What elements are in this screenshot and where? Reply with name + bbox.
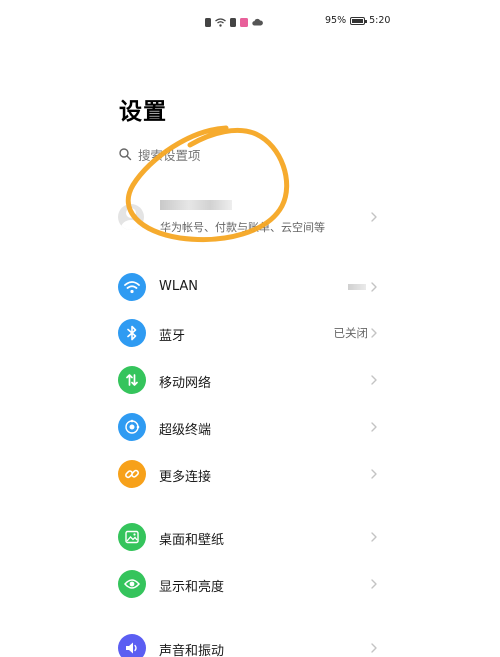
setting-mobile-network[interactable]: 移动网络 [118, 365, 388, 395]
bluetooth-icon [118, 319, 146, 347]
setting-label: WLAN [159, 279, 199, 294]
account-row[interactable]: 华为帐号、付款与账单、云空间等 [118, 196, 388, 238]
chevron-right-icon [371, 282, 377, 292]
page-title: 设置 [119, 99, 167, 125]
battery-icon [350, 16, 368, 25]
setting-label: 显示和亮度 [159, 580, 225, 595]
link-icon [118, 460, 146, 488]
sound-icon [118, 634, 146, 657]
status-bar: 95% 5:20 [0, 0, 500, 42]
sim-icon [230, 17, 236, 27]
chevron-right-icon [371, 328, 377, 338]
setting-label: 更多连接 [159, 470, 212, 485]
chevron-right-icon [371, 579, 377, 589]
avatar-head [126, 208, 136, 218]
status-notification-icons [205, 16, 263, 28]
battery-fill [352, 18, 363, 23]
chevron-right-icon [371, 643, 377, 653]
chevron-right-icon [371, 532, 377, 542]
setting-sound[interactable]: 声音和振动 [118, 633, 388, 657]
setting-label: 声音和振动 [159, 644, 225, 657]
setting-wlan[interactable]: WLAN [118, 272, 388, 302]
eye-icon [118, 570, 146, 598]
setting-display[interactable]: 显示和亮度 [118, 569, 388, 599]
wallpaper-icon [118, 523, 146, 551]
search-bar[interactable]: 搜索设置项 [118, 144, 388, 164]
wifi-icon [118, 273, 146, 301]
setting-label: 移动网络 [159, 376, 212, 391]
setting-value: 已关闭 [333, 326, 369, 340]
search-placeholder: 搜索设置项 [138, 147, 201, 163]
battery-percent: 95% [325, 15, 347, 26]
avatar-body [121, 220, 141, 230]
cloud-icon [252, 18, 263, 26]
chevron-right-icon [371, 422, 377, 432]
setting-label: 蓝牙 [159, 329, 186, 344]
search-icon [119, 148, 132, 161]
setting-more-connections[interactable]: 更多连接 [118, 459, 388, 489]
chevron-right-icon [371, 375, 377, 385]
setting-label: 桌面和壁纸 [159, 533, 225, 548]
chevron-right-icon [371, 469, 377, 479]
wifi-icon [215, 17, 226, 27]
setting-bluetooth[interactable]: 蓝牙 已关闭 [118, 318, 388, 348]
clock: 5:20 [369, 15, 391, 26]
setting-wallpaper[interactable]: 桌面和壁纸 [118, 522, 388, 552]
super-device-icon [118, 413, 146, 441]
wlan-network-redacted [348, 284, 366, 290]
battery-cap [365, 19, 368, 23]
mobile-data-icon [118, 366, 146, 394]
setting-super-device[interactable]: 超级终端 [118, 412, 388, 442]
account-subtitle: 华为帐号、付款与账单、云空间等 [160, 221, 325, 234]
avatar [118, 204, 144, 230]
sim-icon [205, 17, 211, 27]
status-right: 95% 5:20 [325, 15, 390, 26]
account-name-redacted [160, 200, 232, 210]
setting-label: 超级终端 [159, 423, 212, 438]
app-notification-icon [240, 17, 248, 27]
chevron-right-icon [371, 212, 377, 222]
